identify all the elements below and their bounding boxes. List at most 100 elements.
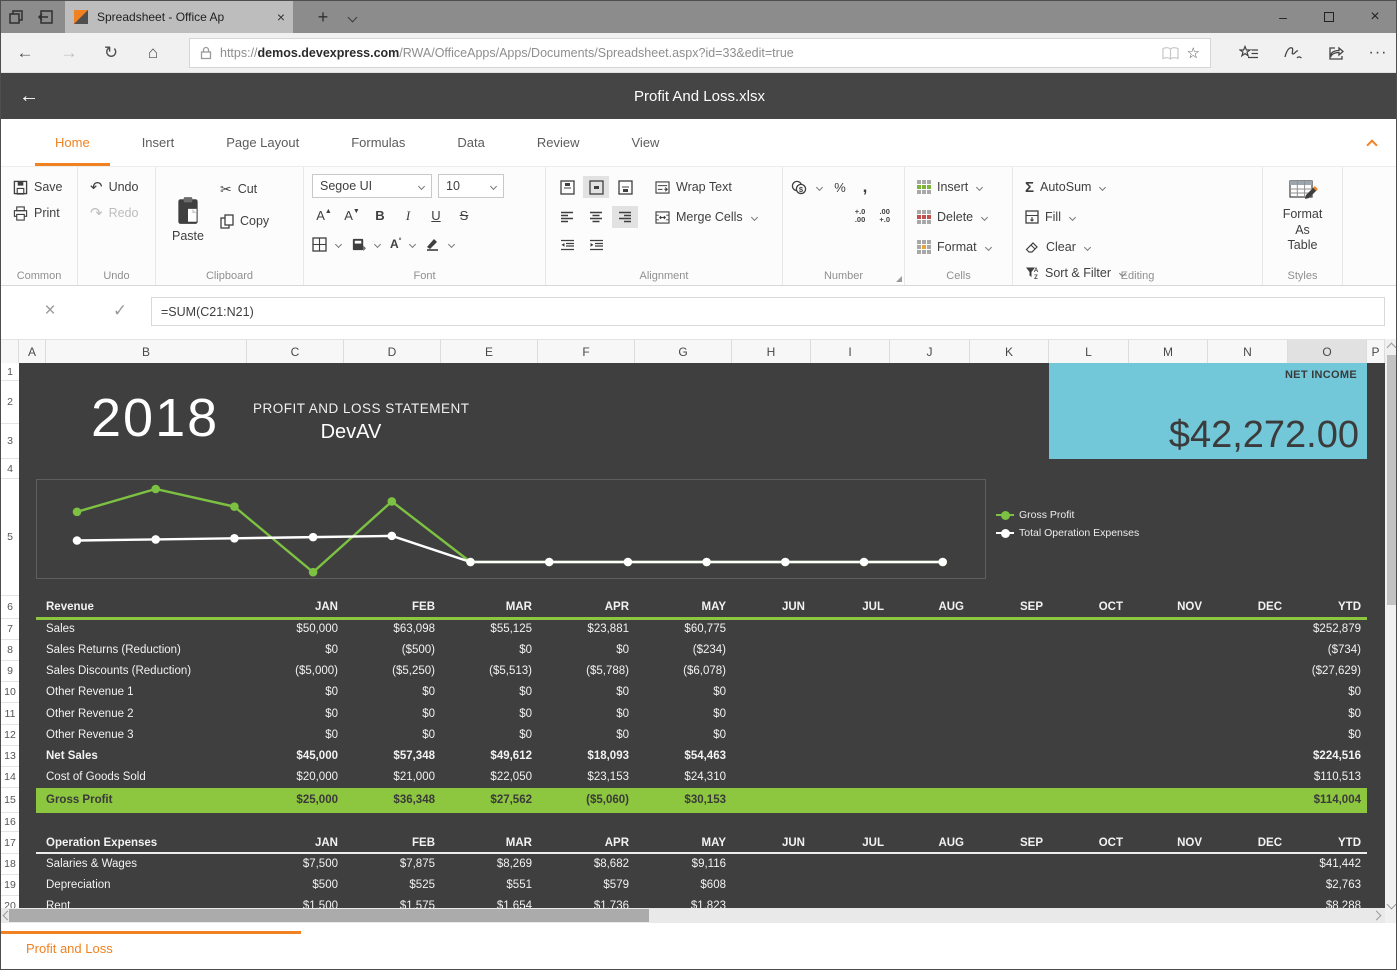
cell[interactable]: $110,513 (1288, 767, 1367, 788)
cell[interactable]: ($734) (1288, 640, 1367, 661)
cell[interactable]: NOV (1129, 596, 1208, 619)
cell[interactable]: $608 (635, 875, 732, 896)
cell[interactable]: MAY (635, 832, 732, 854)
cell[interactable] (811, 875, 890, 896)
cancel-entry-icon[interactable]: × (37, 298, 63, 324)
paste-button[interactable]: Paste (164, 174, 212, 265)
cell[interactable]: $21,000 (344, 767, 441, 788)
align-bottom-icon[interactable] (612, 176, 638, 198)
cell[interactable] (1208, 640, 1288, 661)
cell[interactable]: ($5,250) (344, 661, 441, 682)
row-label[interactable]: Sales Discounts (Reduction) (46, 661, 247, 682)
cell[interactable]: $7,500 (247, 854, 344, 875)
cell[interactable]: $500 (247, 875, 344, 896)
row-label[interactable]: Other Revenue 3 (46, 725, 247, 746)
cell[interactable]: JUL (811, 596, 890, 619)
cell[interactable] (811, 619, 890, 640)
cell[interactable]: $0 (247, 703, 344, 725)
cell[interactable]: $22,050 (441, 767, 538, 788)
cell[interactable]: $0 (538, 640, 635, 661)
cell[interactable] (970, 725, 1049, 746)
cell[interactable] (732, 640, 811, 661)
cell[interactable]: FEB (344, 832, 441, 854)
increase-font-icon[interactable]: A▲ (312, 204, 336, 227)
cell[interactable]: $18,093 (538, 746, 635, 767)
column-header-I[interactable]: I (811, 340, 890, 363)
formula-input[interactable] (151, 297, 1385, 326)
column-header-N[interactable]: N (1208, 340, 1288, 363)
cell[interactable] (732, 788, 811, 813)
reading-view-icon[interactable] (1162, 47, 1179, 60)
cell[interactable]: MAR (441, 832, 538, 854)
cell[interactable]: $7,875 (344, 854, 441, 875)
column-header-H[interactable]: H (732, 340, 811, 363)
cell[interactable]: APR (538, 832, 635, 854)
refresh-icon[interactable]: ↻ (93, 33, 129, 73)
cell[interactable] (811, 746, 890, 767)
cell[interactable]: $0 (635, 682, 732, 703)
column-header-M[interactable]: M (1129, 340, 1208, 363)
cell[interactable]: JAN (247, 832, 344, 854)
cell[interactable]: $0 (344, 703, 441, 725)
cell[interactable]: $55,125 (441, 619, 538, 640)
legend-item[interactable]: Total Operation Expenses (996, 527, 1139, 539)
back-icon[interactable]: ← (7, 33, 43, 73)
cell[interactable]: $0 (247, 682, 344, 703)
align-center-icon[interactable] (583, 206, 609, 228)
highlight-color-icon[interactable] (425, 231, 454, 257)
table-section-header-row[interactable]: Operation ExpensesJANFEBMARAPRMAYJUNJULA… (46, 832, 1367, 854)
scroll-down-icon[interactable] (1387, 900, 1397, 910)
format-as-table-button[interactable]: FormatAs Table (1271, 176, 1334, 256)
horizontal-scrollbar[interactable] (1, 908, 1385, 923)
table-row[interactable]: Depreciation$500$525$551$579$608$2,763 (46, 875, 1367, 896)
cell[interactable] (1129, 767, 1208, 788)
table-section-header-row[interactable]: RevenueJANFEBMARAPRMAYJUNJULAUGSEPOCTNOV… (46, 596, 1367, 619)
cell[interactable] (970, 746, 1049, 767)
cell[interactable] (1208, 896, 1288, 908)
cell[interactable] (890, 746, 970, 767)
ribbon-tab-home[interactable]: Home (29, 119, 116, 166)
cell[interactable] (1208, 619, 1288, 640)
cell[interactable]: $551 (441, 875, 538, 896)
cell[interactable] (970, 661, 1049, 682)
cell[interactable] (811, 854, 890, 875)
sheet-tab-profit-and-loss[interactable]: Profit and Loss (26, 941, 113, 956)
table-row[interactable]: Cost of Goods Sold$20,000$21,000$22,050$… (46, 767, 1367, 788)
underline-icon[interactable]: U (424, 204, 448, 227)
cell[interactable]: $0 (344, 682, 441, 703)
cell[interactable]: $8,288 (1288, 896, 1367, 908)
cell[interactable] (970, 896, 1049, 908)
row-header-5[interactable]: 5 (1, 479, 19, 596)
scroll-right-icon[interactable] (1372, 911, 1382, 921)
row-header-11[interactable]: 11 (1, 703, 19, 725)
cell[interactable]: $60,775 (635, 619, 732, 640)
cut-button[interactable]: ✂Cut (216, 176, 273, 202)
cell[interactable]: $1,500 (247, 896, 344, 908)
row-header-7[interactable]: 7 (1, 619, 19, 640)
cell[interactable]: JUN (732, 832, 811, 854)
cell[interactable]: DEC (1208, 596, 1288, 619)
cell[interactable]: $224,516 (1288, 746, 1367, 767)
delete-cells-button[interactable]: Delete (913, 204, 1004, 230)
cell[interactable] (970, 682, 1049, 703)
cell[interactable]: $54,463 (635, 746, 732, 767)
cell[interactable] (890, 661, 970, 682)
cell[interactable]: $30,153 (635, 788, 732, 813)
cell[interactable]: ($5,000) (247, 661, 344, 682)
cell[interactable] (1049, 767, 1129, 788)
row-header-1[interactable]: 1 (1, 363, 19, 381)
share-icon[interactable] (1317, 33, 1357, 73)
settings-more-icon[interactable]: ··· (1358, 33, 1397, 73)
cell[interactable]: $1,736 (538, 896, 635, 908)
cell[interactable]: $0 (441, 703, 538, 725)
cell[interactable]: $579 (538, 875, 635, 896)
cell[interactable]: $1,575 (344, 896, 441, 908)
cell[interactable]: YTD (1288, 596, 1367, 619)
column-header-C[interactable]: C (247, 340, 344, 363)
row-label[interactable]: Rent (46, 896, 247, 908)
cell[interactable] (970, 854, 1049, 875)
vertical-scrollbar[interactable] (1385, 339, 1397, 923)
cell[interactable]: $24,310 (635, 767, 732, 788)
cell[interactable] (811, 640, 890, 661)
cell[interactable] (732, 767, 811, 788)
